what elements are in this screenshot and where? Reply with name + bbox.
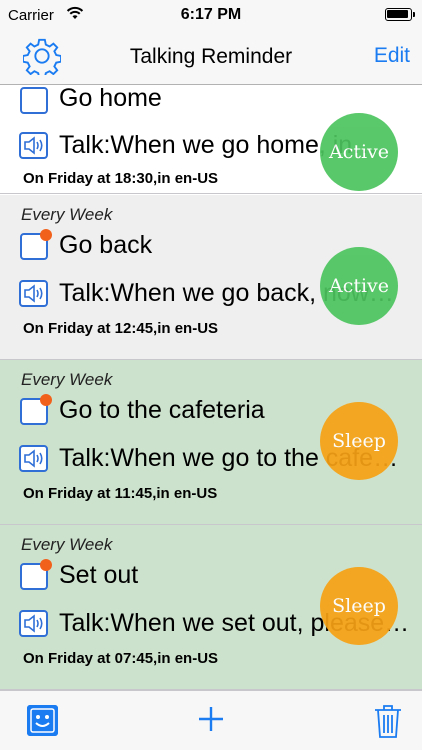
reminder-row-go-to-the-cafeteria[interactable]: Every Week Go to the cafeteria Talk:When… bbox=[0, 360, 422, 525]
speaker-icon bbox=[19, 280, 48, 307]
reminder-schedule: On Friday at 07:45,in en-US bbox=[23, 650, 219, 667]
reminder-row-go-home[interactable]: Go home Talk:When we go home, in… On Fri… bbox=[0, 85, 422, 194]
reminder-frequency: Every Week bbox=[21, 205, 113, 224]
battery-icon bbox=[385, 8, 415, 21]
reminder-schedule: On Friday at 12:45,in en-US bbox=[23, 320, 219, 337]
checkbox[interactable] bbox=[20, 559, 52, 590]
reminder-name: Go home bbox=[59, 85, 162, 112]
reminder-schedule: On Friday at 18:30,in en-US bbox=[23, 170, 219, 187]
unread-dot bbox=[40, 229, 52, 241]
speaker-icon bbox=[19, 132, 48, 159]
reminder-frequency: Every Week bbox=[21, 535, 113, 554]
status-badge-sleep[interactable]: Sleep bbox=[320, 567, 398, 645]
bottom-toolbar bbox=[0, 690, 422, 750]
clock: 6:17 PM bbox=[180, 6, 242, 23]
plus-icon[interactable] bbox=[197, 705, 225, 733]
reminder-name: Go to the cafeteria bbox=[59, 396, 265, 424]
reminder-name: Go back bbox=[59, 231, 153, 259]
trash-icon[interactable] bbox=[373, 703, 403, 739]
status-badge-active[interactable]: Active bbox=[320, 247, 398, 325]
smiley-icon[interactable] bbox=[27, 705, 58, 736]
reminder-schedule: On Friday at 11:45,in en-US bbox=[23, 485, 218, 502]
reminder-row-set-out[interactable]: Every Week Set out Talk:When we set out,… bbox=[0, 525, 422, 690]
checkbox[interactable] bbox=[20, 87, 48, 114]
unread-dot bbox=[40, 394, 52, 406]
reminder-name: Set out bbox=[59, 561, 139, 589]
reminder-row-go-back[interactable]: Every Week Go back Talk:When we go back,… bbox=[0, 195, 422, 360]
reminder-frequency: Every Week bbox=[21, 370, 113, 389]
navigation-bar: Talking Reminder Edit bbox=[0, 30, 422, 85]
speaker-icon bbox=[19, 610, 48, 637]
speaker-icon bbox=[19, 445, 48, 472]
edit-button[interactable]: Edit bbox=[374, 44, 410, 68]
page-title: Talking Reminder bbox=[129, 45, 293, 68]
status-badge-active[interactable]: Active bbox=[320, 113, 398, 191]
status-bar: Carrier 6:17 PM bbox=[0, 0, 422, 30]
checkbox[interactable] bbox=[20, 229, 52, 260]
unread-dot bbox=[40, 559, 52, 571]
reminder-list[interactable]: Go home Talk:When we go home, in… On Fri… bbox=[0, 85, 422, 690]
status-badge-sleep[interactable]: Sleep bbox=[320, 402, 398, 480]
checkbox[interactable] bbox=[20, 394, 52, 425]
